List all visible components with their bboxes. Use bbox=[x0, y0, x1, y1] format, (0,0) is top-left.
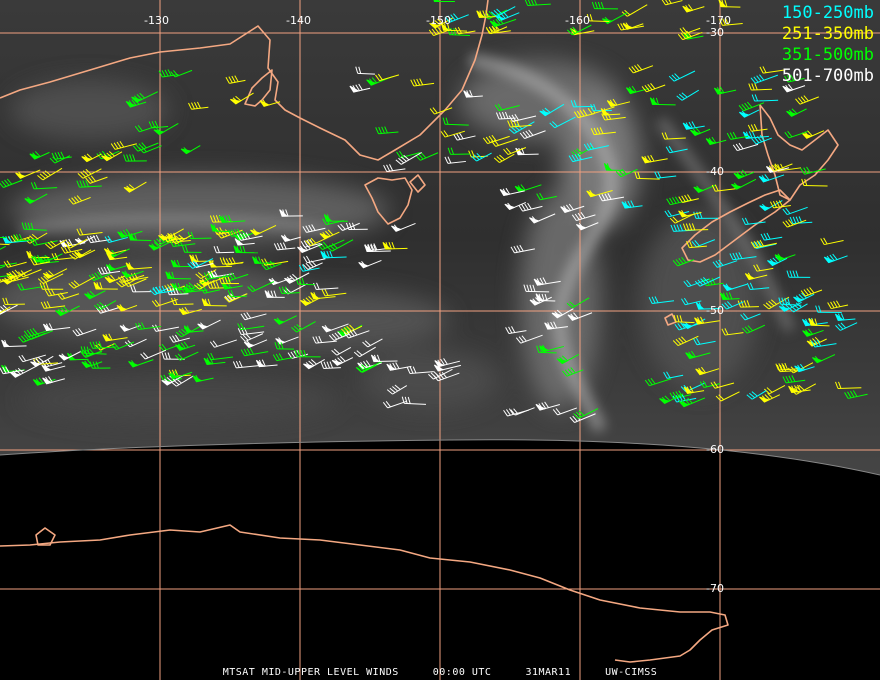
legend-entry-150-250: 150-250mb bbox=[781, 3, 874, 23]
lon-label-150w: -150 bbox=[426, 14, 451, 27]
lat-label-60s: -60 bbox=[706, 443, 724, 456]
caption-time: 00:00 UTC bbox=[432, 667, 492, 678]
caption-product: MTSAT MID-UPPER LEVEL WINDS bbox=[222, 667, 399, 678]
pressure-level-legend: 150-250mb 251-350mb 351-500mb 501-700mb bbox=[782, 3, 874, 87]
lat-label-50s: -50 bbox=[706, 304, 724, 317]
caption-source: UW-CIMSS bbox=[605, 667, 658, 678]
legend-entry-501-700: 501-700mb bbox=[781, 66, 874, 86]
lat-label-40s: -40 bbox=[706, 165, 724, 178]
lon-label-140w: -140 bbox=[286, 14, 311, 27]
legend-entry-251-350: 251-350mb bbox=[781, 24, 874, 44]
satellite-wind-map bbox=[0, 0, 880, 680]
lon-label-160w: -160 bbox=[565, 14, 590, 27]
legend-entry-351-500: 351-500mb bbox=[781, 45, 874, 65]
caption-date: 31MAR11 bbox=[525, 667, 572, 678]
lat-label-70s: -70 bbox=[706, 582, 724, 595]
image-caption: MTSAT MID-UPPER LEVEL WINDS 00:00 UTC 31… bbox=[0, 667, 880, 678]
lat-label-30s: -30 bbox=[706, 26, 724, 39]
lon-label-130w: -130 bbox=[144, 14, 169, 27]
